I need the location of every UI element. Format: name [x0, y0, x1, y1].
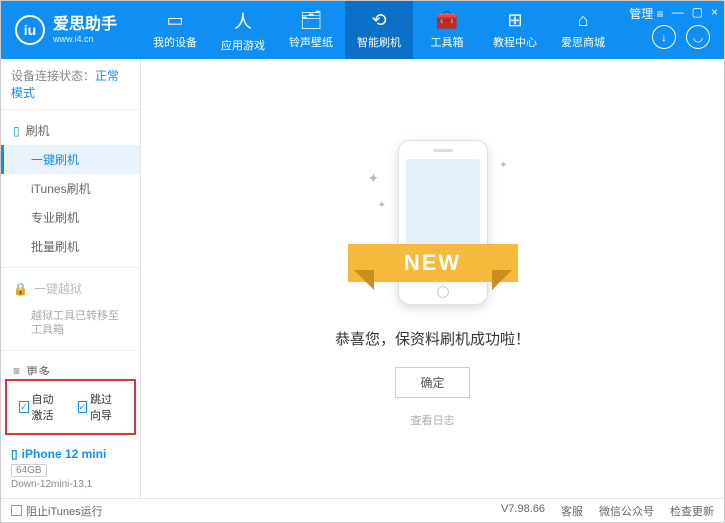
- ok-button[interactable]: 确定: [395, 367, 469, 398]
- nav-flash[interactable]: ⟲智能刷机: [345, 1, 413, 59]
- nav-tutorials[interactable]: ⊞教程中心: [481, 1, 549, 59]
- close-button[interactable]: ×: [711, 5, 718, 22]
- minimize-button[interactable]: —: [672, 5, 684, 22]
- logo-url: www.i4.cn: [53, 34, 117, 44]
- apps-icon: 人: [234, 8, 252, 34]
- wechat-link[interactable]: 微信公众号: [599, 503, 654, 519]
- nav-apps[interactable]: 人应用游戏: [209, 1, 277, 59]
- device-storage: 64GB: [11, 464, 47, 477]
- logo-icon: iu: [15, 15, 45, 45]
- nav-my-device[interactable]: ▭我的设备: [141, 1, 209, 59]
- logo-area: iu 爱思助手 www.i4.cn: [1, 15, 141, 45]
- device-phone-icon: ▯: [11, 447, 18, 461]
- download-icon[interactable]: ↓: [652, 25, 676, 49]
- sidebar-item-pro-flash[interactable]: 专业刷机: [1, 203, 140, 232]
- view-log-link[interactable]: 查看日志: [411, 412, 455, 428]
- auto-activate-checkbox[interactable]: ✓自动激活: [19, 391, 64, 423]
- user-icon[interactable]: ◡: [686, 25, 710, 49]
- service-link[interactable]: 客服: [561, 503, 583, 519]
- sidebar-item-one-click-flash[interactable]: 一键刷机: [1, 145, 140, 174]
- window-controls: 管理 ≡ — ▢ ×: [629, 5, 718, 22]
- version-label: V7.98.66: [501, 503, 545, 519]
- block-itunes-checkbox[interactable]: 阻止iTunes运行: [11, 503, 103, 519]
- folder-icon: 🗂: [300, 10, 323, 31]
- tutorial-icon: ⊞: [507, 10, 522, 31]
- sidebar-item-itunes-flash[interactable]: iTunes刷机: [1, 174, 140, 203]
- section-more-head[interactable]: ≡更多: [1, 357, 140, 375]
- section-jailbreak-head: 🔒一键越狱: [1, 274, 140, 303]
- phone-illustration: ✦ ✦ ✦ NEW: [368, 130, 498, 310]
- new-ribbon: NEW: [348, 244, 518, 282]
- lock-icon: 🔒: [13, 282, 28, 296]
- nav-ringtones[interactable]: 🗂铃声壁纸: [277, 1, 345, 59]
- header: iu 爱思助手 www.i4.cn ▭我的设备 人应用游戏 🗂铃声壁纸 ⟲智能刷…: [1, 1, 724, 59]
- nav-toolbox[interactable]: 🧰工具箱: [413, 1, 481, 59]
- footer: 阻止iTunes运行 V7.98.66 客服 微信公众号 检查更新: [1, 498, 724, 522]
- main-content: ✦ ✦ ✦ NEW 恭喜您，保资料刷机成功啦！ 确定 查看日志: [141, 59, 724, 498]
- device-info[interactable]: ▯iPhone 12 mini 64GB Down-12mini-13,1: [1, 439, 140, 498]
- settings-button[interactable]: 管理 ≡: [629, 5, 663, 22]
- device-detail: Down-12mini-13,1: [11, 479, 130, 490]
- update-link[interactable]: 检查更新: [670, 503, 714, 519]
- phone-icon: ▯: [13, 124, 20, 138]
- section-flash-head[interactable]: ▯刷机: [1, 116, 140, 145]
- skip-guide-checkbox[interactable]: ✓跳过向导: [78, 391, 123, 423]
- maximize-button[interactable]: ▢: [692, 5, 703, 22]
- logo-text: 爱思助手: [53, 16, 117, 34]
- nav-store[interactable]: ⌂爱思商城: [549, 1, 617, 59]
- success-message: 恭喜您，保资料刷机成功啦！: [335, 328, 530, 349]
- checkbox-icon: [11, 505, 22, 516]
- sidebar-item-batch-flash[interactable]: 批量刷机: [1, 232, 140, 261]
- sidebar: 设备连接状态：正常模式 ▯刷机 一键刷机 iTunes刷机 专业刷机 批量刷机 …: [1, 59, 141, 498]
- toolbox-icon: 🧰: [436, 10, 458, 31]
- menu-icon: ≡: [13, 364, 20, 375]
- jailbreak-note: 越狱工具已转移至工具箱: [1, 303, 140, 344]
- options-row: ✓自动激活 ✓跳过向导: [5, 379, 136, 435]
- connection-status: 设备连接状态：正常模式: [1, 59, 140, 110]
- header-right-icons: ↓ ◡: [652, 25, 710, 49]
- main-nav: ▭我的设备 人应用游戏 🗂铃声壁纸 ⟲智能刷机 🧰工具箱 ⊞教程中心 ⌂爱思商城: [141, 1, 617, 59]
- device-icon: ▭: [166, 10, 183, 31]
- store-icon: ⌂: [578, 10, 589, 31]
- refresh-icon: ⟲: [371, 10, 386, 31]
